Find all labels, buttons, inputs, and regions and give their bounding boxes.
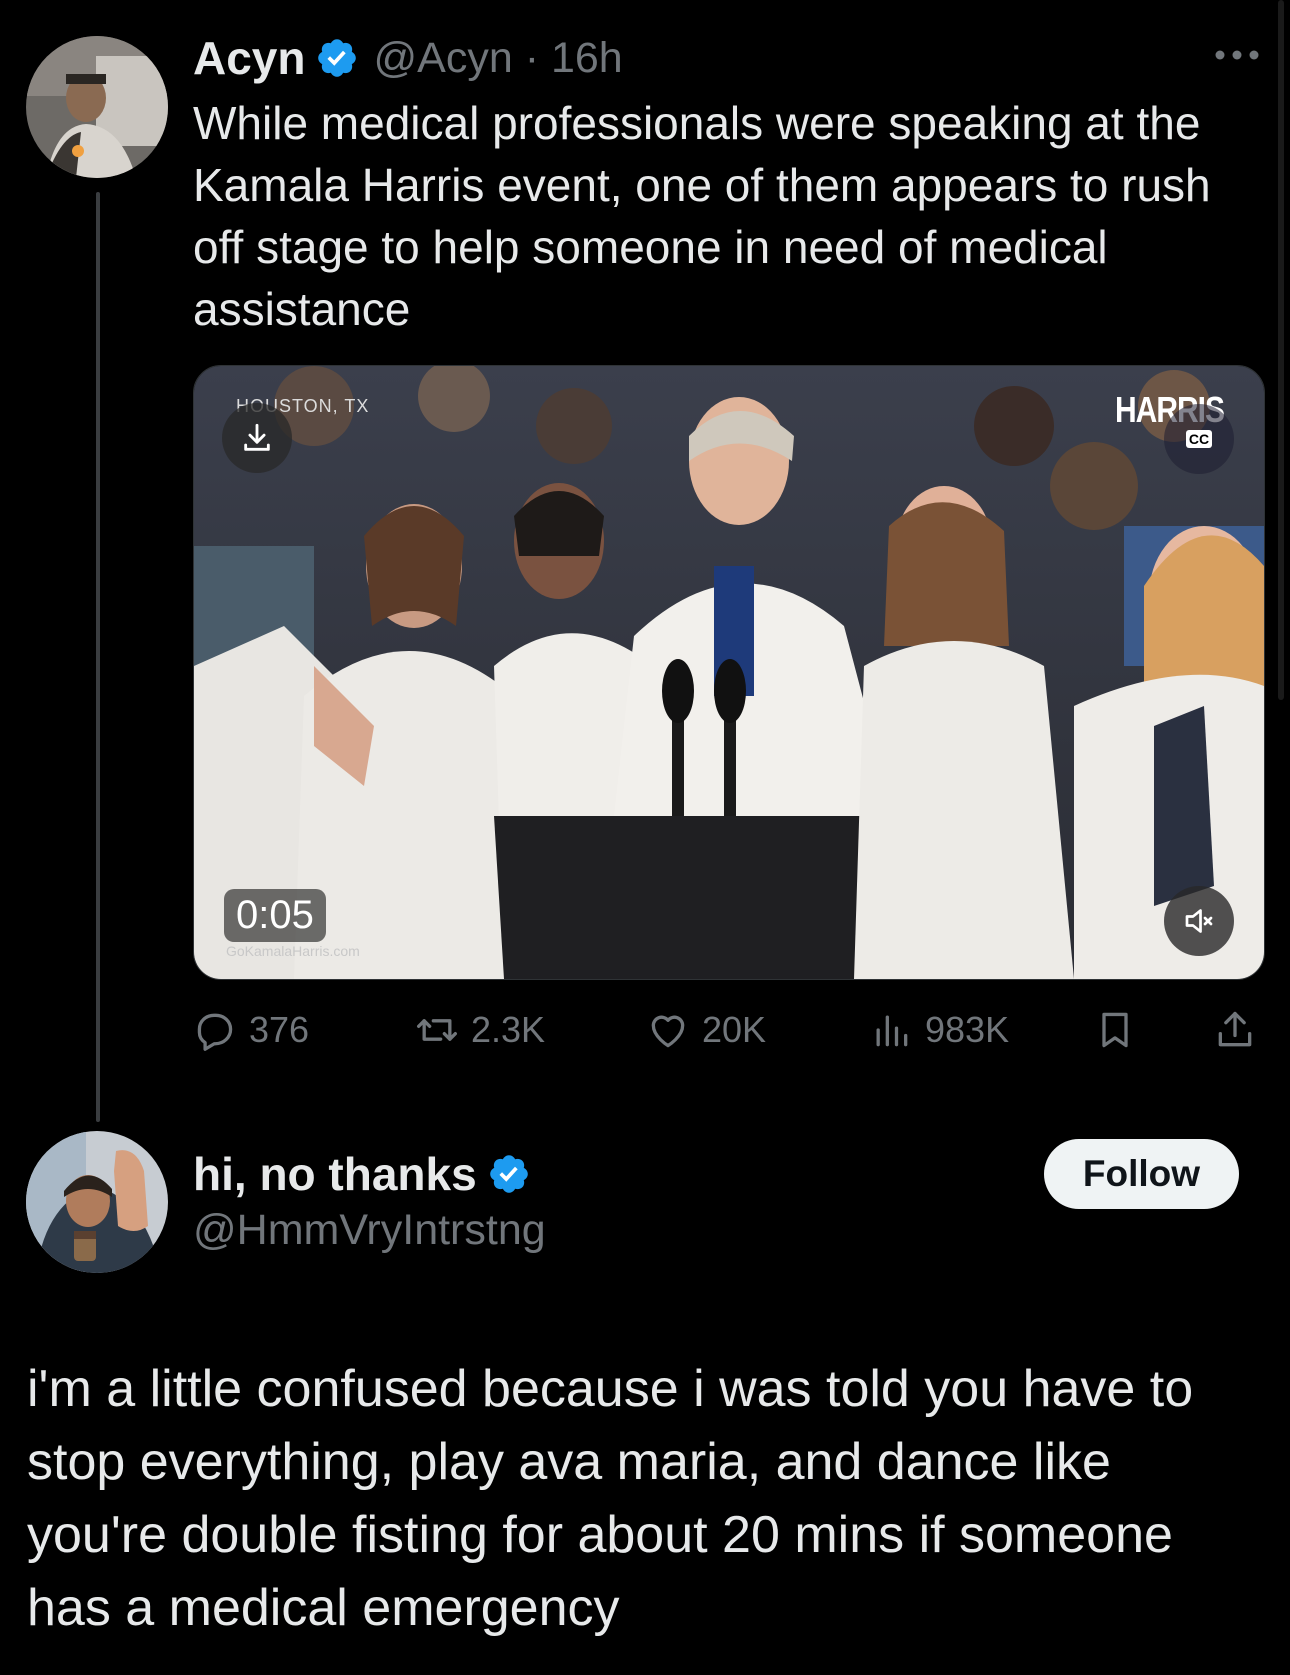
tweet-text: While medical professionals were speakin… (193, 97, 1211, 335)
bookmark-button[interactable] (1093, 1005, 1149, 1055)
like-icon (651, 1015, 685, 1048)
muted-speaker-icon (1185, 909, 1213, 933)
verified-badge-icon (315, 36, 359, 80)
retweet-count: 2.3K (471, 1009, 546, 1050)
more-options-icon[interactable] (1212, 40, 1262, 70)
closed-captions-icon: CC (1185, 430, 1213, 448)
verified-badge-icon (487, 1152, 531, 1196)
retweet-button[interactable]: 2.3K (415, 1005, 545, 1055)
retweet-icon (417, 1019, 457, 1041)
reply-button[interactable]: 376 (193, 1005, 309, 1055)
download-icon (244, 423, 270, 451)
video-frame (194, 366, 1264, 979)
follow-button[interactable]: Follow (1044, 1139, 1239, 1209)
reply-count: 376 (249, 1009, 310, 1050)
reply-author-handle[interactable]: @HmmVryIntrstng (193, 1206, 546, 1255)
avatar-hmmvryintrstng[interactable] (26, 1131, 168, 1273)
share-button[interactable] (1213, 1005, 1269, 1055)
meta-separator: · (524, 33, 540, 82)
tweet-action-bar: 376 2.3K 20K 983K (193, 1005, 1263, 1055)
thread-connector-line (96, 192, 100, 1122)
views-icon (876, 1015, 908, 1047)
views-button[interactable]: 983K (869, 1005, 1009, 1055)
closed-captions-button[interactable]: CC (1164, 404, 1234, 474)
like-button[interactable]: 20K (646, 1005, 766, 1055)
download-button[interactable] (222, 403, 292, 473)
video-watermark: GoKamalaHarris.com (226, 943, 360, 959)
reply-text: i'm a little confused because i was told… (27, 1360, 1194, 1637)
like-count: 20K (702, 1009, 767, 1050)
author-display-name[interactable]: Acyn (193, 31, 305, 85)
page-scrollbar[interactable] (1278, 0, 1284, 700)
reply-header: hi, no thanks (193, 1146, 531, 1202)
mute-toggle-button[interactable] (1164, 886, 1234, 956)
share-icon (1218, 1011, 1252, 1047)
reply-author-display-name[interactable]: hi, no thanks (193, 1147, 477, 1201)
video-duration: 0:05 (224, 889, 326, 942)
tweet-header: Acyn @Acyn · 16h (193, 30, 623, 86)
avatar-acyn[interactable] (26, 36, 168, 178)
tweet-video[interactable]: HOUSTON, TX HARRIS CC 0:05 GoKamalaHarri… (193, 365, 1265, 980)
reply-icon (197, 1013, 233, 1051)
tweet-time[interactable]: 16h (551, 34, 623, 82)
bookmark-icon (1102, 1012, 1128, 1048)
view-count: 983K (925, 1009, 1010, 1050)
author-handle[interactable]: @Acyn (373, 34, 512, 82)
